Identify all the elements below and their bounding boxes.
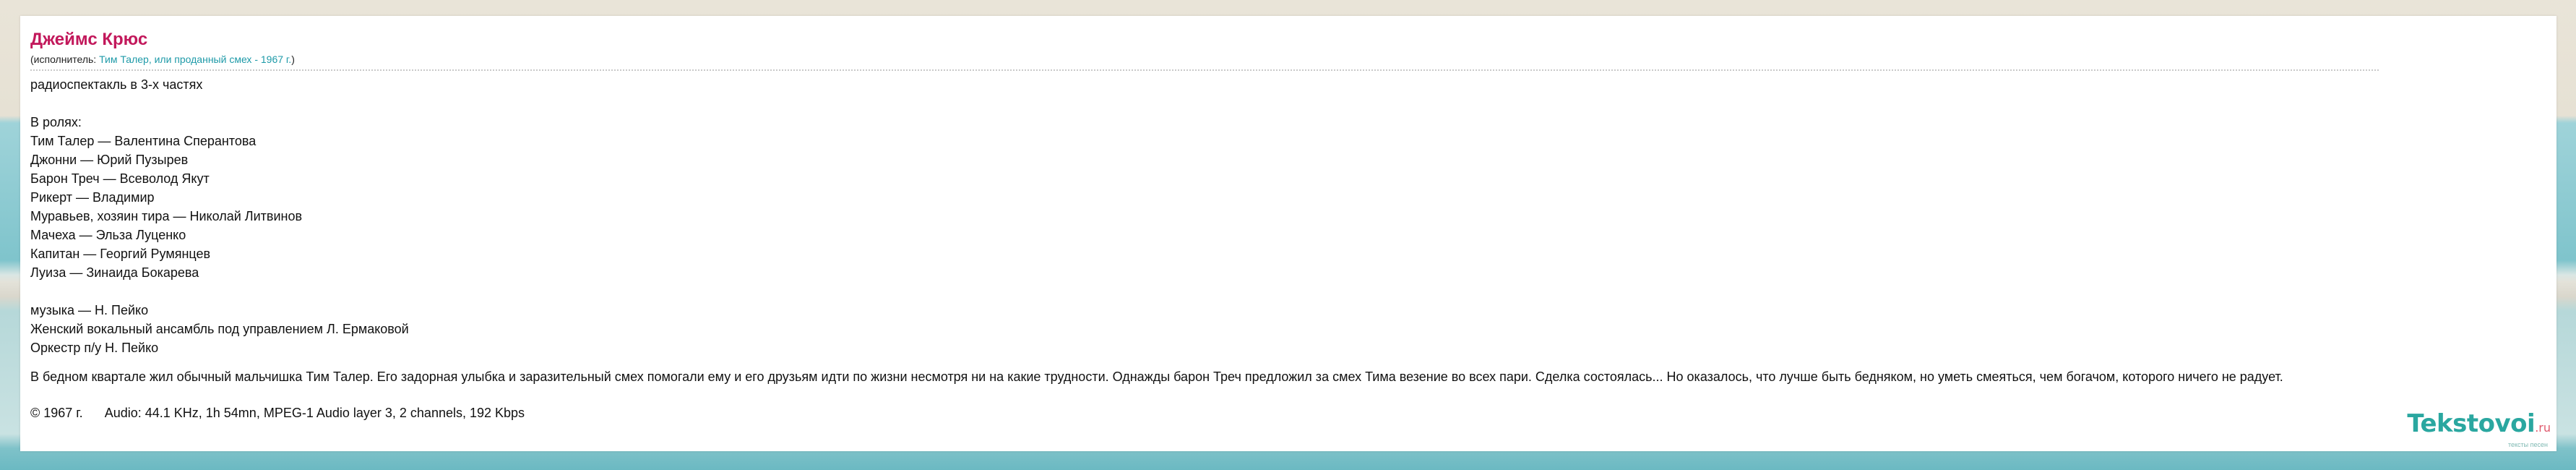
role-line: Мачеха — Эльза Луценко [30, 228, 186, 242]
song-header: Джеймс Крюс (исполнитель: Тим Талер, или… [30, 29, 2379, 71]
credit-line: Оркестр п/у Н. Пейко [30, 341, 159, 355]
copyright-text: © 1967 г. [30, 406, 83, 420]
role-line: Капитан — Георгий Румянцев [30, 247, 211, 261]
audio-info: Audio: 44.1 KHz, 1h 54mn, MPEG-1 Audio l… [104, 406, 525, 420]
role-line: Джонни — Юрий Пузырев [30, 153, 189, 167]
credit-line: Женский вокальный ансамбль под управлени… [30, 322, 409, 336]
credit-line: музыка — Н. Пейко [30, 303, 149, 317]
performer-suffix: ) [291, 54, 295, 65]
performer-prefix: (исполнитель: [30, 54, 100, 65]
role-line: Рикерт — Владимир [30, 190, 155, 205]
intro-text: радиоспектакль в 3-х частях [30, 77, 203, 92]
role-line: Муравьев, хозяин тира — Николай Литвинов [30, 209, 303, 223]
logo-tagline: тексты песен [2507, 441, 2548, 448]
logo-tld: .ru [2535, 421, 2551, 435]
roles-heading: В ролях: [30, 115, 82, 129]
description-text: В бедном квартале жил обычный мальчишка … [30, 369, 2283, 384]
song-content: радиоспектакль в 3-х частях В ролях: Тим… [30, 75, 2545, 422]
logo-name: Tekstovoi [2407, 409, 2536, 438]
tech-info: © 1967 г. Audio: 44.1 KHz, 1h 54mn, MPEG-… [30, 403, 2545, 422]
performer-link[interactable]: Тим Талер, или проданный смех - 1967 г. [99, 54, 291, 65]
lyrics-card: Джеймс Крюс (исполнитель: Тим Талер, или… [20, 16, 2556, 451]
performer-line: (исполнитель: Тим Талер, или проданный с… [30, 52, 2379, 67]
artist-title: Джеймс Крюс [30, 30, 148, 49]
role-line: Луиза — Зинаида Бокарева [30, 265, 199, 280]
site-logo[interactable]: Tekstovoi.ru тексты песен [2407, 411, 2551, 448]
role-line: Барон Треч — Всеволод Якут [30, 171, 210, 186]
role-line: Тим Талер — Валентина Сперантова [30, 134, 257, 148]
logo-brand: Tekstovoi.ru [2407, 411, 2551, 441]
